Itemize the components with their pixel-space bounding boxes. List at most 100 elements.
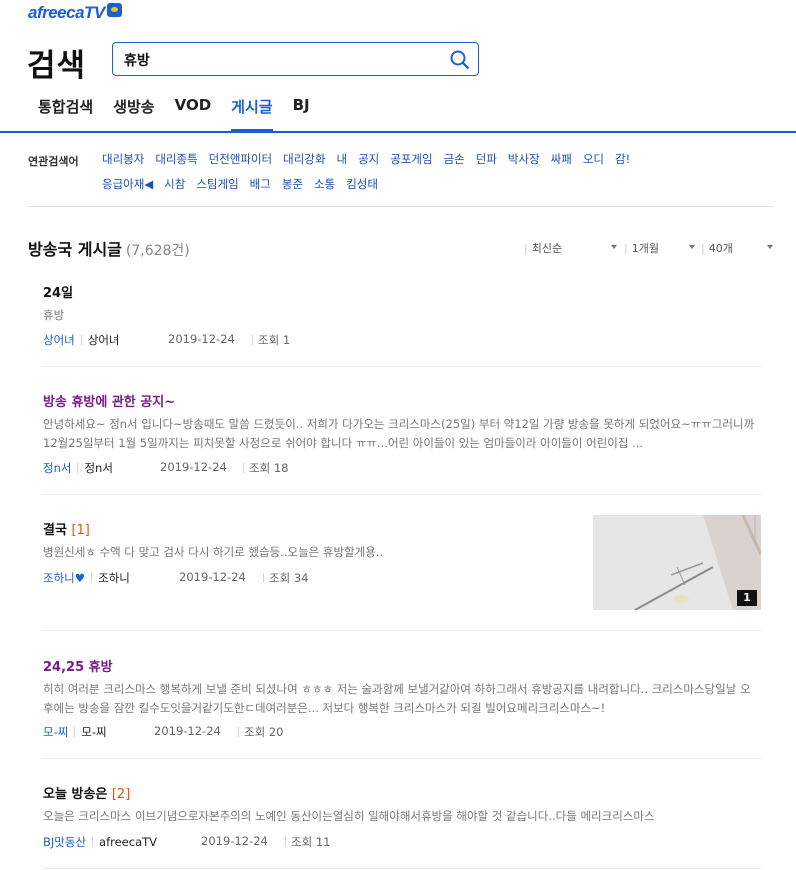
post-date: 2019-12-24: [168, 332, 235, 346]
chevron-down-icon: [767, 245, 773, 249]
divider: [263, 573, 264, 583]
related-word[interactable]: 싸패: [551, 151, 572, 176]
per-page-label: 40개: [708, 242, 733, 255]
related-word-list: 대리봉자 대리종특 던전앤파이터 대리강화 내 공지 공포게임 금손 던파 박사…: [102, 151, 662, 201]
post-date: 2019-12-24: [201, 834, 268, 848]
post-views: 조회 11: [291, 835, 331, 849]
period-select[interactable]: | 1개월: [624, 240, 659, 256]
related-word[interactable]: 봉준: [282, 176, 303, 201]
post-thumbnail[interactable]: 1: [593, 515, 761, 610]
divider: [91, 573, 93, 583]
comment-count: [2]: [111, 787, 131, 802]
related-word[interactable]: 공지: [358, 151, 379, 176]
author-id: 정n서: [84, 461, 113, 475]
search-input[interactable]: [124, 49, 424, 71]
tab-live[interactable]: 생방송: [113, 94, 154, 132]
related-word[interactable]: 스팀게임: [196, 176, 238, 201]
related-word[interactable]: 시참: [164, 176, 185, 201]
post-body[interactable]: 휴방: [43, 306, 761, 325]
post-item: 방송 휴방에 관한 공지~ 안녕하세요~ 정n서 입니다~방송때도 말씀 드렸듯…: [43, 391, 761, 453]
logo-text: afreecaTV: [28, 3, 105, 22]
post-divider: [43, 366, 761, 367]
period-label: 1개월: [631, 242, 659, 255]
post-body[interactable]: 히히 여러분 크리스마스 행복하게 보낼 준비 되셨나여 ㅎㅎㅎ 저는 술과함께…: [43, 680, 761, 718]
thumbnail-image: [593, 515, 761, 610]
author-nick[interactable]: 정n서: [43, 460, 71, 476]
related-label: 연관검색어: [28, 155, 79, 168]
post-views: 조회 1: [258, 333, 291, 347]
post-title[interactable]: 오늘 방송은 [2]: [43, 783, 761, 802]
search-box: [112, 42, 479, 76]
post-meta: 상어녀 상어녀: [43, 332, 120, 348]
related-word[interactable]: 응급아재◀: [102, 176, 153, 201]
tab-vod[interactable]: VOD: [175, 94, 212, 132]
post-title[interactable]: 24일: [43, 282, 761, 301]
related-word[interactable]: 던파: [476, 151, 497, 176]
related-word[interactable]: 공포게임: [390, 151, 432, 176]
author-id: 상어녀: [87, 333, 120, 347]
related-word[interactable]: 킴성태: [346, 176, 378, 201]
post-body[interactable]: 안녕하세요~ 정n서 입니다~방송때도 말씀 드렸듯이.. 저희가 다가오는 크…: [43, 415, 761, 453]
per-page-select[interactable]: | 40개: [701, 240, 733, 256]
post-divider: [43, 868, 761, 869]
sort-select[interactable]: | 최신순: [524, 240, 562, 256]
author-nick[interactable]: 모-찌: [43, 724, 68, 740]
afreecatv-logo[interactable]: afreecaTV: [28, 3, 122, 23]
related-word[interactable]: 던전앤파이터: [209, 151, 272, 176]
author-nick[interactable]: 상어녀: [43, 332, 75, 348]
post-date: 2019-12-24: [160, 460, 227, 474]
tabs-divider: [0, 131, 796, 133]
post-body[interactable]: 오늘은 크리스마스 이브기념으로자본주의의 노예인 동산이는열심히 일해야해서휴…: [43, 807, 761, 826]
post-views: 조회 18: [249, 461, 289, 475]
author-nick[interactable]: BJ맛동산: [43, 834, 86, 850]
divider: [80, 335, 82, 345]
divider: [243, 463, 244, 473]
post-item: 오늘 방송은 [2] 오늘은 크리스마스 이브기념으로자본주의의 노예인 동산이…: [43, 783, 761, 826]
sort-label: 최신순: [531, 242, 563, 255]
divider: [252, 335, 253, 345]
related-word[interactable]: 박사장: [508, 151, 540, 176]
section-divider: [28, 206, 773, 207]
post-meta: 정n서 정n서: [43, 460, 113, 476]
post-date: 2019-12-24: [179, 570, 246, 584]
image-count-badge: 1: [737, 590, 757, 606]
related-word[interactable]: 대리종특: [155, 151, 197, 176]
divider: [285, 837, 286, 847]
divider: [92, 837, 94, 847]
tab-bj[interactable]: BJ: [293, 94, 310, 132]
author-id: afreecaTV: [99, 835, 158, 849]
post-item: 24,25 휴방 히히 여러분 크리스마스 행복하게 보낼 준비 되셨나여 ㅎㅎ…: [43, 656, 761, 718]
post-meta: 모-찌 모-찌: [43, 724, 107, 740]
related-word[interactable]: 대리강화: [283, 151, 325, 176]
search-button[interactable]: [448, 48, 472, 72]
post-title[interactable]: 결국 [1]: [43, 519, 573, 538]
post-divider: [43, 494, 761, 495]
divider: [74, 727, 76, 737]
comment-count: [1]: [71, 523, 90, 538]
related-word[interactable]: 금손: [444, 151, 465, 176]
related-word[interactable]: 내: [336, 151, 347, 176]
search-icon: [450, 50, 470, 70]
related-word[interactable]: 대리봉자: [102, 151, 144, 176]
related-word[interactable]: 배그: [250, 176, 271, 201]
tab-posts[interactable]: 게시글: [231, 94, 273, 132]
tv-icon: [106, 3, 122, 17]
related-word[interactable]: 감!: [615, 151, 630, 176]
tab-all[interactable]: 통합검색: [38, 94, 93, 132]
author-id: 모-찌: [81, 725, 107, 739]
post-title[interactable]: 방송 휴방에 관한 공지~: [43, 391, 761, 410]
post-divider: [43, 630, 761, 631]
related-word[interactable]: 오디: [583, 151, 604, 176]
post-views: 조회 34: [269, 571, 309, 585]
author-nick[interactable]: 조하니♥: [43, 570, 85, 586]
board-count: (7,628건): [125, 243, 190, 259]
search-tabs: 통합검색 생방송 VOD 게시글 BJ: [38, 94, 330, 132]
divider: [238, 727, 239, 737]
related-word[interactable]: 소통: [314, 176, 335, 201]
post-date: 2019-12-24: [154, 724, 221, 738]
post-meta: 조하니♥ 조하니: [43, 570, 130, 586]
post-divider: [43, 758, 761, 759]
post-title[interactable]: 24,25 휴방: [43, 656, 761, 675]
post-body[interactable]: 병원신세ㅎ 수액 다 맞고 검사 다시 하기로 했습등..오늘은 휴방할게용..: [43, 543, 573, 562]
page-title: 검색: [27, 48, 87, 84]
